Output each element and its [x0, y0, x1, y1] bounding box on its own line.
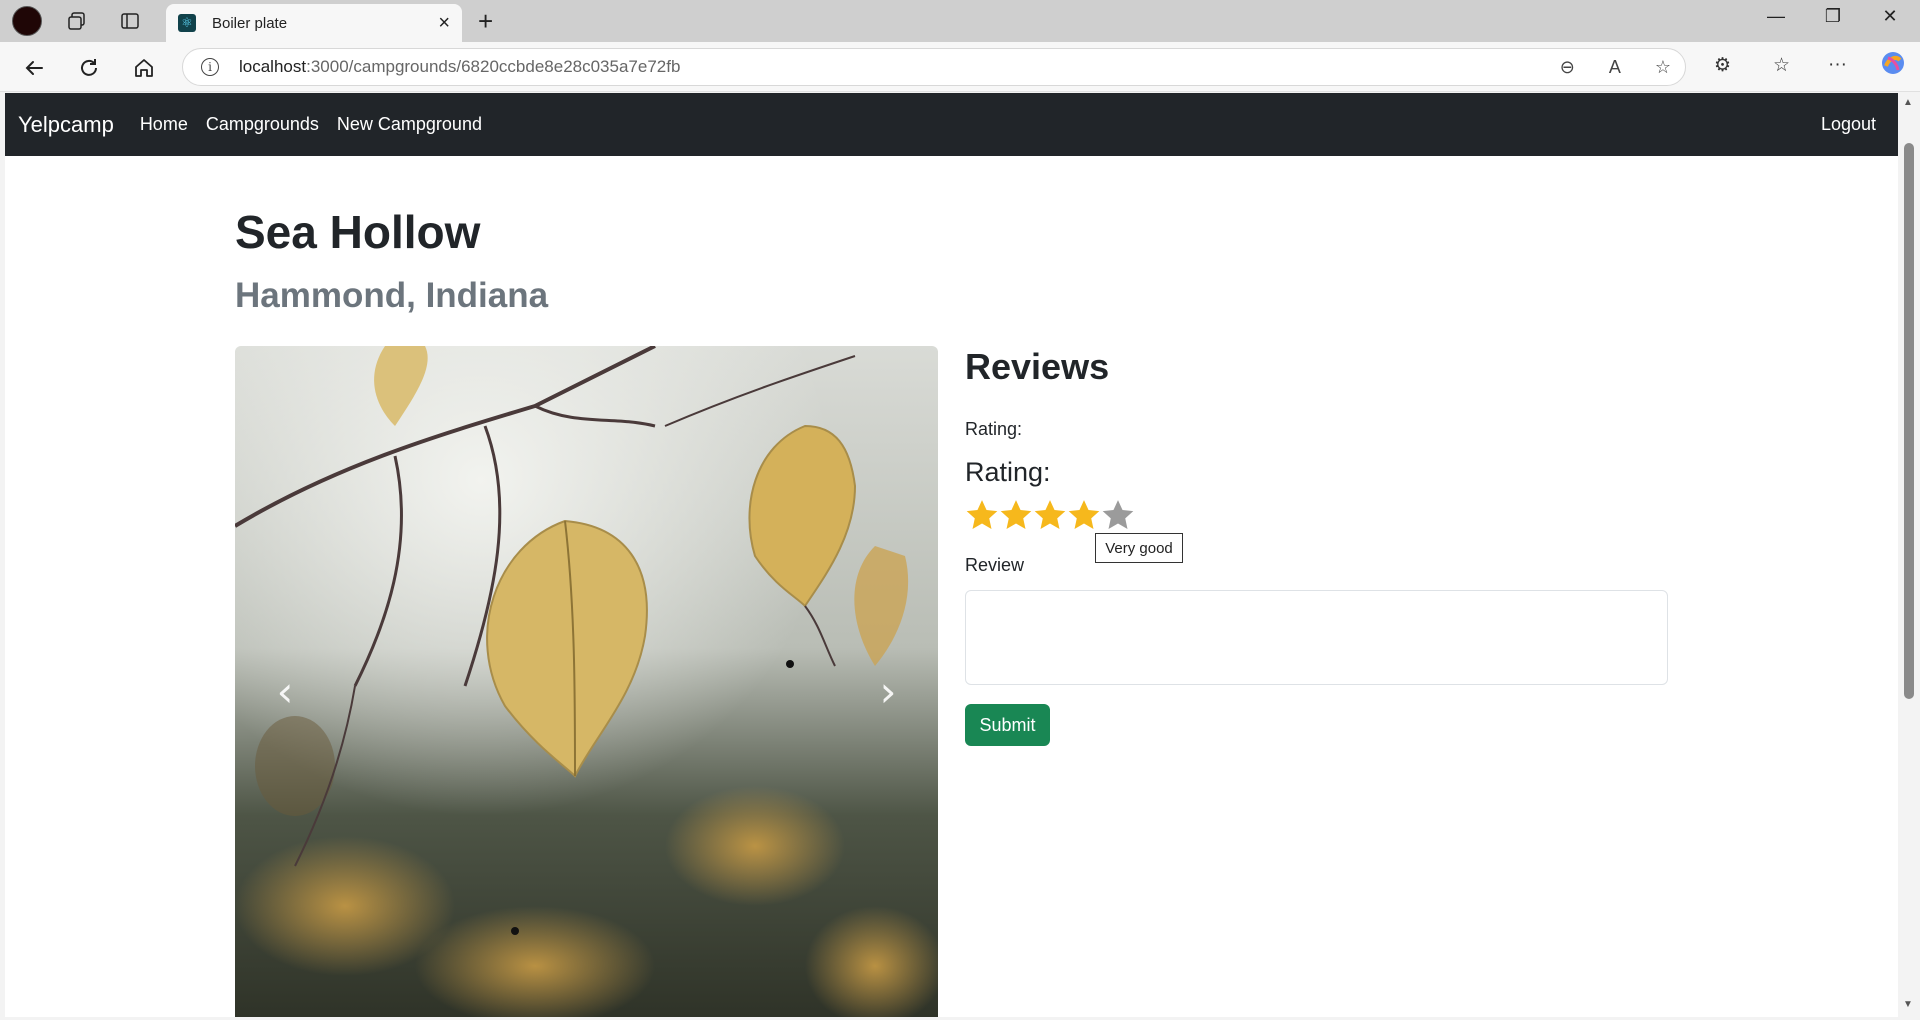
review-textarea[interactable] [965, 590, 1668, 685]
star-5-icon[interactable] [1101, 498, 1135, 532]
campground-title: Sea Hollow [235, 206, 481, 258]
star-2-icon[interactable] [999, 498, 1033, 532]
browser-tab[interactable]: ⚛ Boiler plate × [166, 4, 462, 42]
tab-close-icon[interactable]: × [438, 12, 450, 35]
address-bar-actions: ⊖ A ☆ [1560, 57, 1671, 78]
nav-link-home[interactable]: Home [140, 114, 188, 135]
zoom-out-icon[interactable]: ⊖ [1560, 57, 1575, 78]
reviews-heading: Reviews [965, 346, 1110, 387]
extensions-icon[interactable]: ⚙ [1714, 54, 1731, 77]
minimize-icon[interactable]: — [1756, 6, 1796, 27]
page-scrollbar[interactable]: ▲ ▼ [1898, 93, 1920, 1017]
tab-title: Boiler plate [212, 14, 288, 32]
refresh-icon[interactable] [75, 54, 103, 82]
read-aloud-icon[interactable]: A [1609, 57, 1621, 78]
copilot-icon[interactable] [1880, 50, 1906, 82]
react-favicon-icon: ⚛ [178, 14, 196, 32]
back-icon[interactable] [20, 54, 48, 82]
campground-location: Hammond, Indiana [235, 276, 549, 315]
carousel-next-icon[interactable]: › [858, 666, 918, 716]
nav-link-campgrounds[interactable]: Campgrounds [206, 114, 319, 135]
profile-avatar[interactable] [12, 6, 42, 36]
site-navbar: Yelpcamp Home Campgrounds New Campground… [5, 93, 1898, 156]
scroll-up-icon[interactable]: ▲ [1903, 97, 1913, 108]
address-bar[interactable]: i localhost :3000/campgrounds/6820ccbde8… [182, 48, 1686, 86]
address-toolbar: i localhost :3000/campgrounds/6820ccbde8… [0, 42, 1920, 92]
home-icon[interactable] [130, 54, 158, 82]
favorite-star-icon[interactable]: ☆ [1655, 57, 1671, 78]
rating-label-large: Rating: [965, 457, 1051, 487]
site-info-icon[interactable]: i [201, 58, 219, 76]
url-path: :3000/campgrounds/6820ccbde8e28c035a7e72… [306, 57, 681, 76]
star-rating-input[interactable] [965, 498, 1135, 532]
close-window-icon[interactable]: ✕ [1870, 6, 1910, 27]
scroll-thumb[interactable] [1904, 143, 1914, 699]
navbar-brand[interactable]: Yelpcamp [18, 112, 114, 138]
image-carousel: ‹ › [235, 346, 938, 1017]
more-menu-icon[interactable]: ··· [1828, 54, 1847, 76]
rating-tooltip: Very good [1095, 533, 1183, 563]
restore-icon[interactable]: ❐ [1813, 6, 1853, 27]
tab-actions-icon[interactable] [117, 9, 143, 33]
star-4-icon[interactable] [1067, 498, 1101, 532]
favorites-icon[interactable]: ☆ [1773, 54, 1790, 77]
page-viewport: Yelpcamp Home Campgrounds New Campground… [5, 93, 1898, 1017]
new-tab-icon[interactable]: + [478, 6, 493, 37]
workspaces-icon[interactable] [64, 9, 90, 33]
carousel-prev-icon[interactable]: ‹ [255, 666, 315, 716]
url-host: localhost [239, 57, 307, 76]
logout-link[interactable]: Logout [1821, 114, 1876, 135]
star-3-icon[interactable] [1033, 498, 1067, 532]
campground-photo [235, 346, 938, 1017]
nav-link-new-campground[interactable]: New Campground [337, 114, 482, 135]
scroll-down-icon[interactable]: ▼ [1903, 999, 1913, 1010]
review-label: Review [965, 555, 1025, 575]
rating-label-small: Rating: [965, 419, 1023, 439]
star-1-icon[interactable] [965, 498, 999, 532]
submit-button[interactable]: Submit [965, 704, 1050, 746]
browser-titlebar: ⚛ Boiler plate × + — ❐ ✕ [0, 0, 1920, 42]
